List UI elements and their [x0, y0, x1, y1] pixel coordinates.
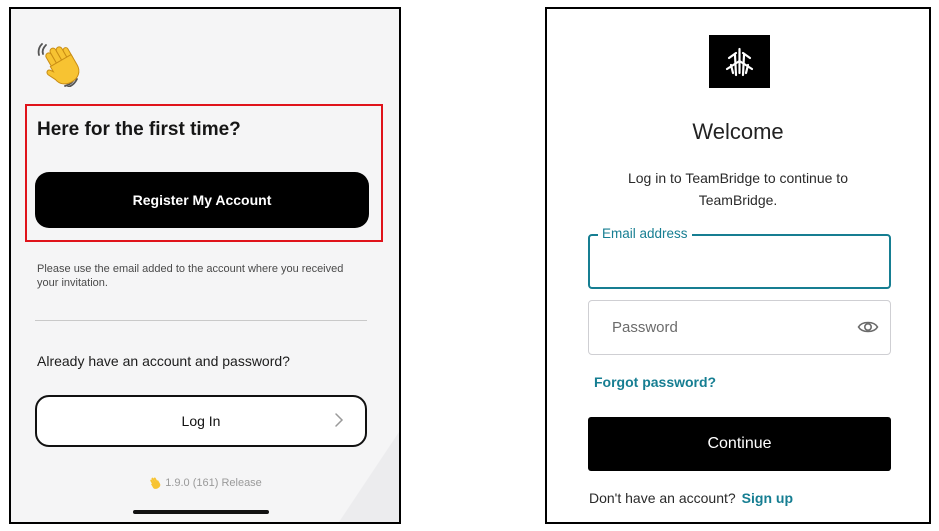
log-in-button[interactable]: Log In	[35, 395, 367, 447]
waving-hand-icon	[37, 43, 80, 87]
email-field[interactable]	[588, 234, 891, 289]
version-text: 1.9.0 (161) Release	[165, 477, 262, 489]
home-indicator	[133, 510, 269, 514]
register-account-button[interactable]: Register My Account	[35, 172, 369, 228]
email-input[interactable]	[590, 236, 889, 287]
continue-button[interactable]: Continue	[588, 417, 891, 471]
continue-button-label: Continue	[707, 435, 772, 452]
login-screen: Welcome Log in to TeamBridge to continue…	[545, 7, 931, 524]
first-time-heading: Here for the first time?	[37, 119, 241, 140]
welcome-title: Welcome	[692, 119, 784, 144]
signup-row: Don't have an account? Sign up	[589, 490, 793, 506]
register-button-label: Register My Account	[132, 192, 272, 208]
email-label: Email address	[598, 226, 692, 241]
login-subtitle: Log in to TeamBridge to continue to Team…	[627, 170, 848, 208]
chevron-right-icon	[335, 413, 344, 427]
first-time-screen: Here for the first time? Register My Acc…	[9, 7, 401, 524]
forgot-password-link[interactable]: Forgot password?	[594, 374, 716, 390]
teambridge-logo-mark	[725, 47, 754, 77]
sign-up-link[interactable]: Sign up	[742, 490, 793, 506]
invitation-note: Please use the email added to the accoun…	[37, 263, 344, 289]
no-account-text: Don't have an account?	[589, 490, 736, 506]
divider	[35, 320, 367, 321]
waving-hand-icon	[150, 477, 161, 489]
password-input[interactable]	[589, 301, 890, 354]
password-field[interactable]	[588, 300, 891, 355]
version-info: 1.9.0 (161) Release	[11, 476, 399, 490]
log-in-button-label: Log In	[181, 413, 221, 429]
existing-account-prompt: Already have an account and password?	[37, 353, 290, 369]
eye-icon[interactable]	[857, 318, 879, 336]
teambridge-logo	[709, 35, 770, 88]
